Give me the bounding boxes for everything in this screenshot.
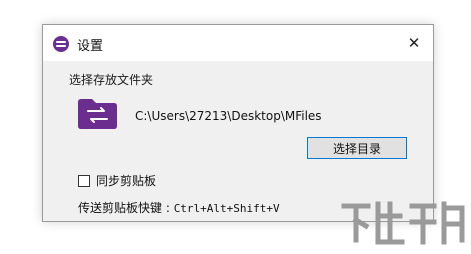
settings-dialog: 设置 ✕ 选择存放文件夹 C:\Users\27213\Desktop\MFil… (42, 24, 434, 222)
window-title: 设置 (77, 39, 104, 54)
watermark-logo-icon (341, 201, 465, 245)
shortcut-keys: Ctrl+Alt+Shift+V (173, 202, 280, 215)
close-icon: ✕ (407, 34, 421, 52)
title-bar: 设置 ✕ (43, 25, 433, 61)
folder-section-label: 选择存放文件夹 (69, 73, 154, 87)
choose-directory-button[interactable]: 选择目录 (307, 137, 407, 159)
folder-transfer-icon (78, 99, 117, 129)
shortcut-row: 传送剪贴板快键 : Ctrl+Alt+Shift+V (78, 199, 280, 216)
close-button[interactable]: ✕ (401, 31, 427, 55)
shortcut-label: 传送剪贴板快键 : (78, 201, 170, 215)
folder-path: C:\Users\27213\Desktop\MFiles (135, 109, 322, 123)
page: 设置 ✕ 选择存放文件夹 C:\Users\27213\Desktop\MFil… (0, 0, 471, 254)
sync-clipboard-checkbox[interactable] (78, 174, 90, 187)
sync-clipboard-option[interactable]: 同步剪贴板 (78, 172, 156, 189)
app-logo-icon (53, 36, 69, 52)
sync-clipboard-label: 同步剪贴板 (96, 174, 157, 188)
